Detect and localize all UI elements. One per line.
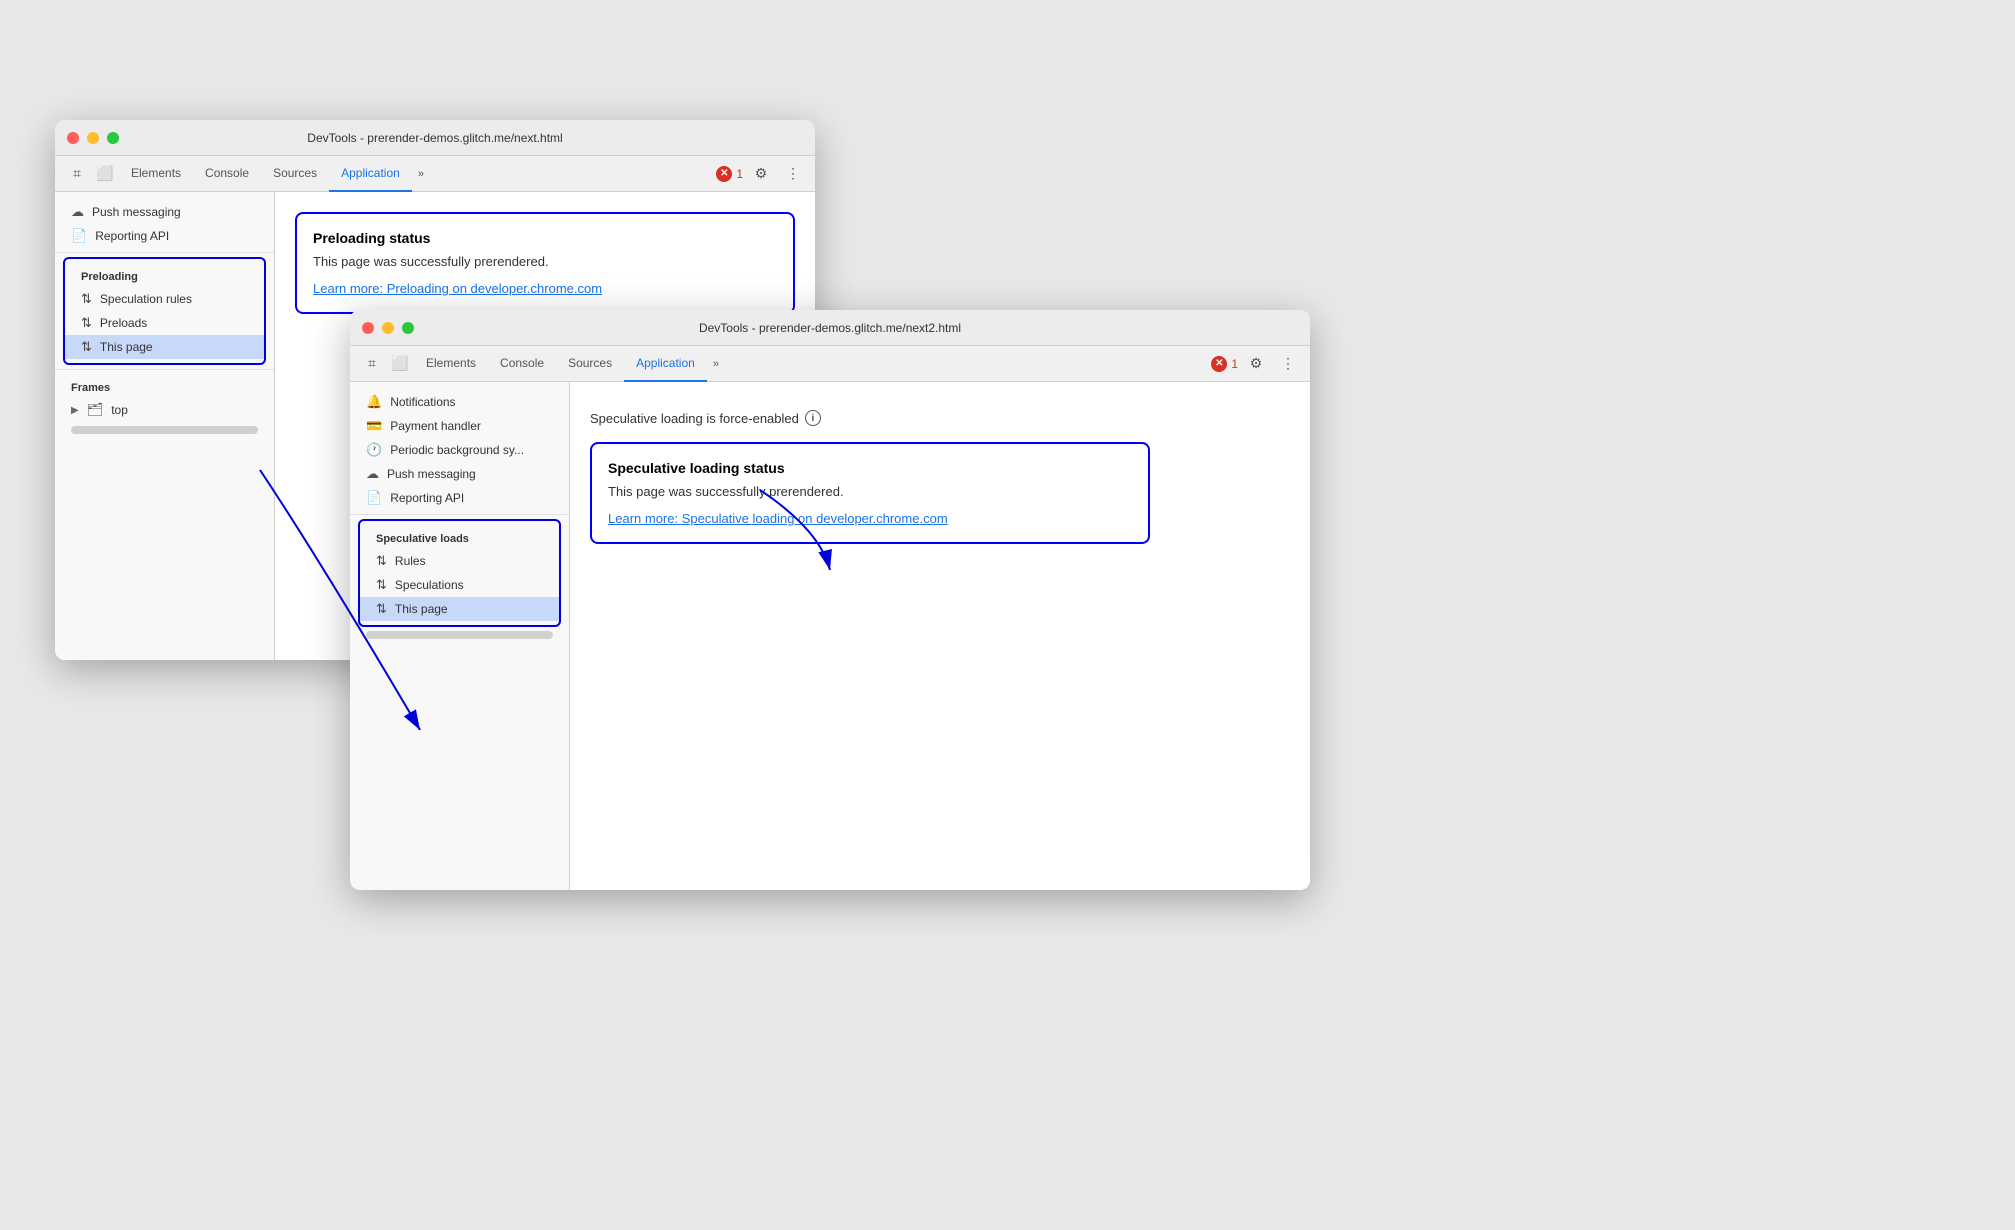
- sidebar-payment-handler[interactable]: 💳 Payment handler: [350, 414, 569, 438]
- sidebar-speculation-rules[interactable]: ⇅ Speculation rules: [65, 287, 264, 311]
- maximize-button-1[interactable]: [107, 132, 119, 144]
- preloading-status-title: Preloading status: [313, 230, 777, 246]
- arrows-icon-speculations: ⇅: [376, 577, 387, 593]
- sidebar-push-messaging-2[interactable]: ☁ Push messaging: [350, 462, 569, 486]
- tab-console-1[interactable]: Console: [193, 156, 261, 192]
- titlebar-1: DevTools - prerender-demos.glitch.me/nex…: [55, 120, 815, 156]
- sidebar-reporting-api-2[interactable]: 📄 Reporting API: [350, 486, 569, 510]
- more-tabs-2[interactable]: »: [707, 354, 725, 374]
- tab-right-controls-2: ✕ 1 ⚙ ⋮: [1211, 350, 1302, 378]
- arrows-icon-rules: ⇅: [376, 553, 387, 569]
- preloading-status-text: This page was successfully prerendered.: [313, 254, 777, 269]
- settings-icon-2[interactable]: ⚙: [1242, 350, 1270, 378]
- tab-application-2[interactable]: Application: [624, 346, 707, 382]
- folder-icon: 🗂: [87, 402, 104, 418]
- main-content-2: Speculative loading is force-enabled i S…: [570, 382, 1310, 890]
- bell-icon: 🔔: [366, 394, 382, 410]
- more-icon-1[interactable]: ⋮: [779, 160, 807, 188]
- devtools-body-2: 🔔 Notifications 💳 Payment handler 🕐 Peri…: [350, 382, 1310, 890]
- sidebar-1: ☁ Push messaging 📄 Reporting API Preload…: [55, 192, 275, 660]
- speculative-status-link[interactable]: Learn more: Speculative loading on devel…: [608, 511, 948, 526]
- tab-sources-2[interactable]: Sources: [556, 346, 624, 382]
- speculative-status-box: Speculative loading status This page was…: [590, 442, 1150, 544]
- speculative-section-box: Speculative loads ⇅ Rules ⇅ Speculations…: [358, 519, 561, 627]
- devtools-tabbar-1: ⌗ ⬜ Elements Console Sources Application…: [55, 156, 815, 192]
- arrows-icon-thispage: ⇅: [81, 339, 92, 355]
- close-button-2[interactable]: [362, 322, 374, 334]
- tab-sources-1[interactable]: Sources: [261, 156, 329, 192]
- more-icon-2[interactable]: ⋮: [1274, 350, 1302, 378]
- window-controls-2: [362, 322, 414, 334]
- maximize-button-2[interactable]: [402, 322, 414, 334]
- sidebar-notifications[interactable]: 🔔 Notifications: [350, 390, 569, 414]
- arrows-icon-thispage-2: ⇅: [376, 601, 387, 617]
- cloud-icon-2: ☁: [366, 466, 379, 482]
- sidebar-scrollbar-1[interactable]: [71, 426, 258, 434]
- sidebar-top[interactable]: ▶ 🗂 top: [55, 398, 274, 422]
- window-controls-1: [67, 132, 119, 144]
- tab-right-controls-1: ✕ 1 ⚙ ⋮: [716, 160, 807, 188]
- divider-2: [55, 369, 274, 370]
- cloud-icon: ☁: [71, 204, 84, 220]
- frames-section-label: Frames: [55, 374, 274, 398]
- tree-arrow-icon: ▶: [71, 405, 79, 416]
- window-title-2: DevTools - prerender-demos.glitch.me/nex…: [699, 321, 961, 335]
- divider-1: [55, 252, 274, 253]
- sidebar-push-messaging-1[interactable]: ☁ Push messaging: [55, 200, 274, 224]
- tab-elements-1[interactable]: Elements: [119, 156, 193, 192]
- device-icon-2[interactable]: ⬜: [386, 350, 414, 378]
- sidebar-2: 🔔 Notifications 💳 Payment handler 🕐 Peri…: [350, 382, 570, 890]
- preloading-status-box: Preloading status This page was successf…: [295, 212, 795, 314]
- tab-console-2[interactable]: Console: [488, 346, 556, 382]
- minimize-button-2[interactable]: [382, 322, 394, 334]
- cursor-icon-2[interactable]: ⌗: [358, 350, 386, 378]
- error-icon-2: ✕: [1211, 356, 1227, 372]
- close-button-1[interactable]: [67, 132, 79, 144]
- settings-icon-1[interactable]: ⚙: [747, 160, 775, 188]
- info-icon[interactable]: i: [805, 410, 821, 426]
- sidebar-periodic-bg[interactable]: 🕐 Periodic background sy...: [350, 438, 569, 462]
- devtools-tabbar-2: ⌗ ⬜ Elements Console Sources Application…: [350, 346, 1310, 382]
- speculative-status-text: This page was successfully prerendered.: [608, 484, 1132, 499]
- error-badge-1: ✕ 1: [716, 166, 743, 182]
- sidebar-this-page-1[interactable]: ⇅ This page: [65, 335, 264, 359]
- speculative-section-label: Speculative loads: [360, 525, 559, 549]
- sidebar-this-page-2[interactable]: ⇅ This page: [360, 597, 559, 621]
- error-icon-1: ✕: [716, 166, 732, 182]
- cursor-icon[interactable]: ⌗: [63, 160, 91, 188]
- window-title-1: DevTools - prerender-demos.glitch.me/nex…: [307, 131, 562, 145]
- titlebar-2: DevTools - prerender-demos.glitch.me/nex…: [350, 310, 1310, 346]
- more-tabs-1[interactable]: »: [412, 164, 430, 184]
- minimize-button-1[interactable]: [87, 132, 99, 144]
- doc-icon: 📄: [71, 228, 87, 244]
- divider-3: [350, 514, 569, 515]
- card-icon: 💳: [366, 418, 382, 434]
- preloading-section-label: Preloading: [65, 263, 264, 287]
- force-enabled-text: Speculative loading is force-enabled: [590, 411, 799, 426]
- devtools-window-2: DevTools - prerender-demos.glitch.me/nex…: [350, 310, 1310, 890]
- speculative-status-title: Speculative loading status: [608, 460, 1132, 476]
- device-icon[interactable]: ⬜: [91, 160, 119, 188]
- tab-elements-2[interactable]: Elements: [414, 346, 488, 382]
- error-badge-2: ✕ 1: [1211, 356, 1238, 372]
- preloading-section-box: Preloading ⇅ Speculation rules ⇅ Preload…: [63, 257, 266, 365]
- tab-application-1[interactable]: Application: [329, 156, 412, 192]
- sidebar-speculations[interactable]: ⇅ Speculations: [360, 573, 559, 597]
- doc-icon-2: 📄: [366, 490, 382, 506]
- preloading-status-link[interactable]: Learn more: Preloading on developer.chro…: [313, 281, 602, 296]
- sidebar-reporting-api-1[interactable]: 📄 Reporting API: [55, 224, 274, 248]
- force-enabled-row: Speculative loading is force-enabled i: [590, 402, 1290, 442]
- clock-icon: 🕐: [366, 442, 382, 458]
- sidebar-rules[interactable]: ⇅ Rules: [360, 549, 559, 573]
- arrows-icon-speculation: ⇅: [81, 291, 92, 307]
- arrows-icon-preloads: ⇅: [81, 315, 92, 331]
- sidebar-scrollbar-2[interactable]: [366, 631, 553, 639]
- sidebar-preloads[interactable]: ⇅ Preloads: [65, 311, 264, 335]
